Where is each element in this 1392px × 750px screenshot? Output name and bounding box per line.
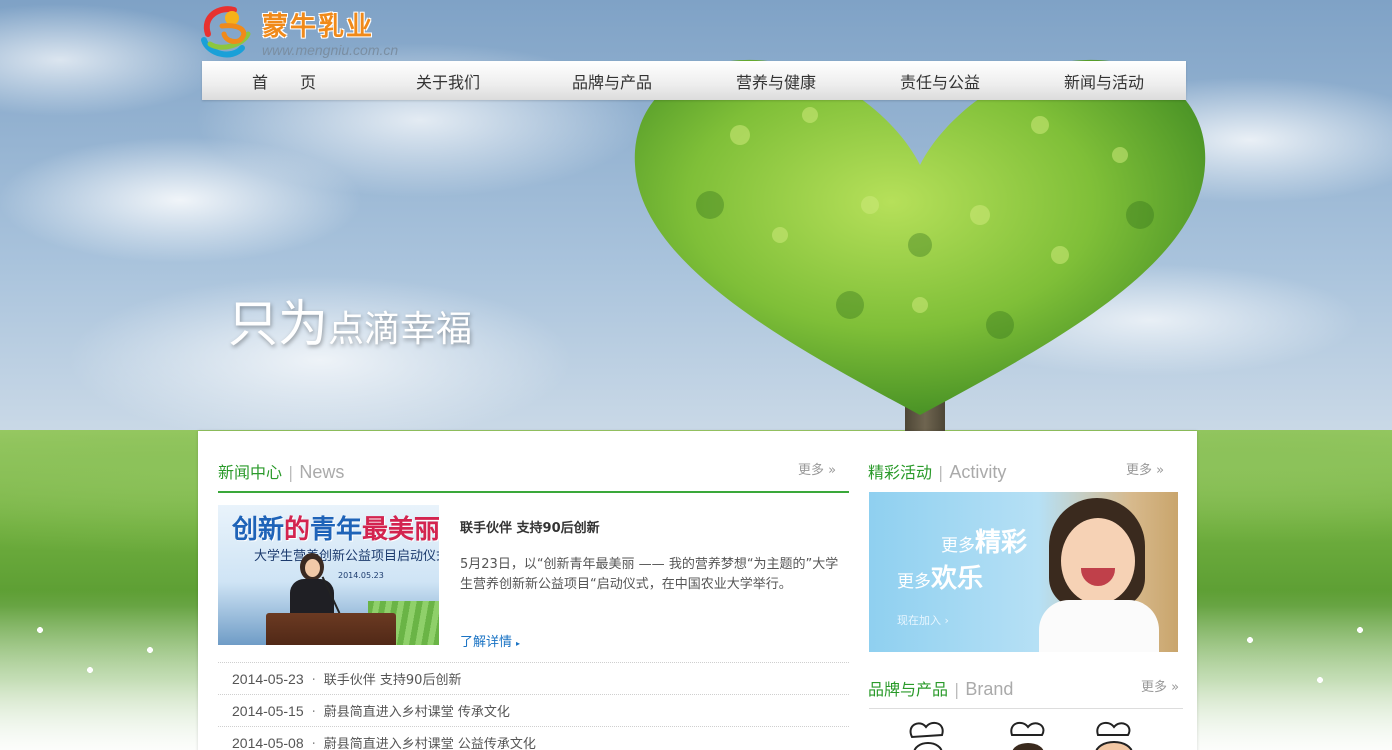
banner-text-small: 更多 — [897, 572, 931, 592]
photo-title-part: 青年 — [310, 515, 363, 545]
podium — [266, 613, 396, 645]
photo-banner-date: 2014.05.23 — [338, 571, 384, 580]
activity-banner[interactable]: 更多精彩 更多欢乐 现在加入 › — [869, 492, 1178, 652]
featured-news-title[interactable]: 联手伙伴 支持90后创新 — [460, 517, 600, 536]
speaker-face — [305, 559, 320, 577]
brand-section-header: 品牌与产品 | Brand — [868, 676, 1013, 700]
news-list-item[interactable]: 2014-05-08 · 蔚县简直进入乡村课堂 公益传承文化 — [218, 726, 849, 750]
news-bullet: · — [311, 673, 316, 688]
logo-name: 蒙牛乳业 — [262, 12, 375, 42]
news-item-title: 蔚县简直进入乡村课堂 传承文化 — [323, 705, 510, 720]
news-bullet: · — [311, 705, 316, 720]
activity-banner-line2: 更多欢乐 — [897, 558, 983, 595]
news-date: 2014-05-08 — [232, 735, 304, 750]
photo-title-part: 的 — [284, 515, 311, 545]
news-more-link[interactable]: 更多 » — [798, 459, 836, 478]
logo-mark-icon — [201, 6, 251, 58]
featured-news-description: 5月23日，以“创新青年最美丽 —— 我的营养梦想“为主题的”大学生营养创新新公… — [460, 557, 839, 592]
photo-banner-title: 创新的青年最美丽 — [232, 509, 439, 546]
chef-mascot-icon[interactable] — [998, 719, 1058, 750]
activity-title-separator: | — [938, 463, 944, 482]
news-date: 2014-05-23 — [232, 671, 304, 687]
photo-title-part: 创新 — [232, 515, 285, 545]
activity-banner-line1: 更多精彩 — [941, 522, 1027, 559]
nav-item-responsibility[interactable]: 责任与公益 — [858, 69, 1022, 93]
photo-banner-subtitle: 大学生营养创新公益项目启动仪式 — [254, 549, 439, 564]
child-face — [1061, 518, 1135, 604]
brand-more-link[interactable]: 更多 » — [1141, 676, 1179, 695]
featured-news-more-link[interactable]: 了解详情 ▸ — [460, 631, 520, 650]
news-divider — [218, 491, 849, 493]
join-now-link[interactable]: 现在加入 › — [897, 612, 949, 628]
child-dress — [1039, 600, 1159, 652]
nav-item-nutrition[interactable]: 营养与健康 — [694, 69, 858, 93]
news-list-item[interactable]: 2014-05-15 · 蔚县简直进入乡村课堂 传承文化 — [218, 694, 849, 726]
brand-title-en: Brand — [965, 679, 1014, 699]
activity-title-cn: 精彩活动 — [868, 463, 933, 482]
news-bullet: · — [311, 737, 316, 750]
logo[interactable]: 蒙牛乳业 www.mengniu.com.cn — [198, 4, 438, 58]
activity-title-en: Activity — [949, 462, 1007, 482]
news-title-en: News — [299, 462, 345, 482]
banner-text-big: 欢乐 — [931, 564, 984, 594]
logo-url: www.mengniu.com.cn — [262, 42, 399, 58]
photo-title-part: 最美丽 — [362, 515, 439, 545]
brand-title-separator: | — [954, 680, 960, 699]
news-section-header: 新闻中心 | News — [218, 459, 344, 483]
chef-mascot-icon[interactable] — [902, 719, 962, 750]
nav-item-about[interactable]: 关于我们 — [366, 69, 530, 93]
slogan-big: 只为 — [228, 295, 328, 353]
news-list-item[interactable]: 2014-05-23 · 联手伙伴 支持90后创新 — [218, 662, 849, 694]
main-nav: 首 页 关于我们 品牌与产品 营养与健康 责任与公益 新闻与活动 — [202, 61, 1186, 100]
featured-more-label: 了解详情 — [460, 635, 513, 650]
news-featured-photo[interactable]: 创新的青年最美丽 大学生营养创新公益项目启动仪式 2014.05.23 — [218, 505, 439, 645]
heart-tree-image — [634, 59, 1206, 415]
banner-text-small: 更多 — [941, 536, 975, 556]
nav-item-home[interactable]: 首 页 — [202, 69, 366, 93]
slogan-small: 点滴幸福 — [328, 309, 473, 350]
brand-divider — [869, 708, 1183, 709]
activity-section-header: 精彩活动 | Activity — [868, 459, 1006, 483]
news-list: 2014-05-23 · 联手伙伴 支持90后创新 2014-05-15 · 蔚县简直进… — [218, 662, 849, 750]
news-date: 2014-05-15 — [232, 703, 304, 719]
news-item-title: 联手伙伴 支持90后创新 — [323, 673, 462, 688]
content-panel: 新闻中心 | News 更多 » 创新的青年最美丽 大学生营养创新公益项目启动仪… — [198, 431, 1197, 750]
chef-mascot-icon[interactable] — [1078, 719, 1148, 750]
activity-more-link[interactable]: 更多 » — [1126, 459, 1164, 478]
brand-title-cn: 品牌与产品 — [868, 680, 949, 699]
nav-item-brands[interactable]: 品牌与产品 — [530, 69, 694, 93]
banner-text-big: 精彩 — [975, 528, 1028, 558]
news-title-separator: | — [288, 463, 294, 482]
triangle-right-icon: ▸ — [516, 639, 521, 648]
hero-slogan: 只为点滴幸福 — [228, 284, 472, 356]
news-title-cn: 新闻中心 — [218, 463, 283, 482]
news-item-title: 蔚县简直进入乡村课堂 公益传承文化 — [323, 737, 536, 750]
nav-item-news[interactable]: 新闻与活动 — [1022, 69, 1186, 93]
